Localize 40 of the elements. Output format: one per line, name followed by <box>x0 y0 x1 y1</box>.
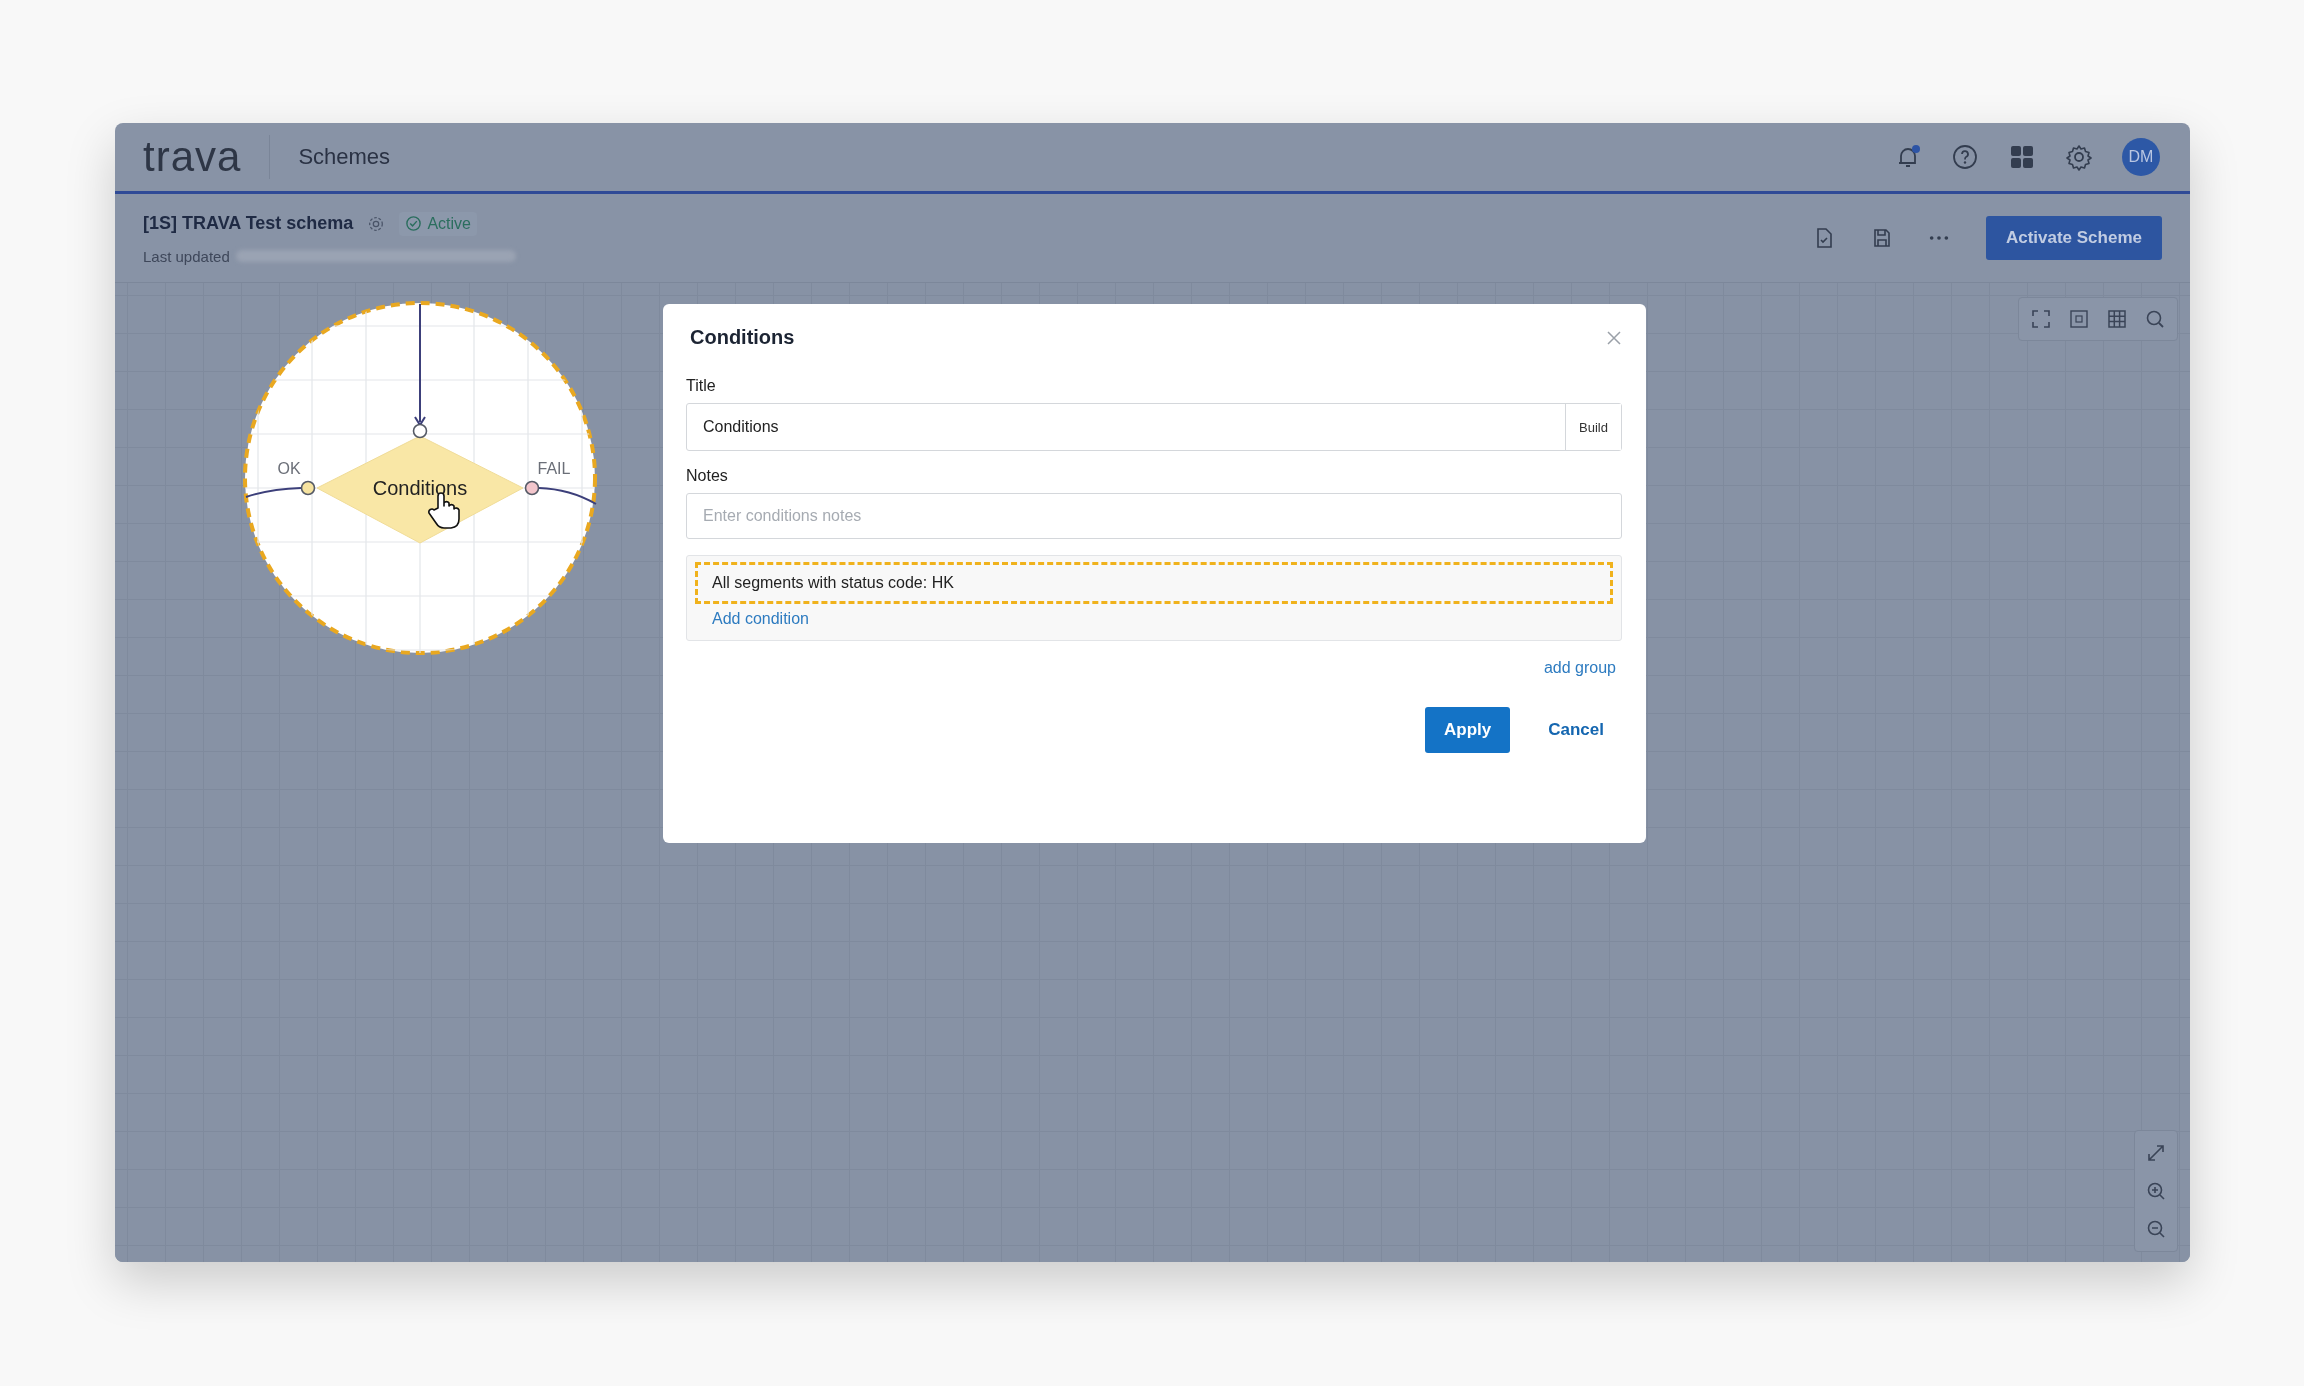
dialog-title: Conditions <box>690 326 795 349</box>
connector-line <box>538 487 597 505</box>
zoom-in-icon[interactable] <box>2146 1181 2166 1201</box>
status-badge: Active <box>399 211 477 236</box>
port-circle[interactable] <box>412 423 428 439</box>
fit-screen-icon[interactable] <box>2031 309 2051 329</box>
port-circle[interactable] <box>300 480 316 496</box>
add-condition-link[interactable]: Add condition <box>695 604 809 628</box>
settings-icon[interactable] <box>2065 143 2093 171</box>
add-group-link[interactable]: add group <box>1543 659 1616 677</box>
minimap-icon[interactable] <box>2069 309 2089 329</box>
cancel-button[interactable]: Cancel <box>1536 712 1616 748</box>
section-title: Schemes <box>298 144 391 170</box>
notes-input-field[interactable]: Enter conditions notes <box>686 493 1622 539</box>
port-circle[interactable] <box>524 480 540 496</box>
user-avatar[interactable]: DM <box>2122 138 2160 176</box>
ok-label: OK <box>277 460 301 477</box>
last-updated-label: Last updated <box>143 247 230 265</box>
expand-icon[interactable] <box>2146 1143 2166 1163</box>
help-icon[interactable] <box>1951 143 1979 171</box>
fail-label: FAIL <box>537 460 571 477</box>
decision-diamond[interactable] <box>316 435 524 544</box>
grid-icon[interactable] <box>2107 309 2127 329</box>
condition-row[interactable]: All segments with status code: HK <box>695 562 1613 604</box>
connector-line <box>245 487 302 498</box>
apply-button[interactable]: Apply <box>1425 707 1511 753</box>
scheme-title: [1S] TRAVA Test schema <box>143 213 354 234</box>
settings-icon[interactable] <box>367 214 386 233</box>
zoom-out-icon[interactable] <box>2146 1219 2166 1239</box>
field-label: Title <box>686 377 716 395</box>
close-icon[interactable] <box>1606 329 1622 346</box>
activate-scheme-button[interactable]: Activate Scheme <box>1985 216 2162 260</box>
title-input-field[interactable]: Conditions Build <box>686 403 1622 451</box>
node-label: Conditions <box>372 477 468 499</box>
app-logo: trava <box>143 136 242 178</box>
field-label: Notes <box>686 467 728 485</box>
search-icon[interactable] <box>2145 309 2165 329</box>
apps-grid-icon[interactable] <box>2008 143 2036 171</box>
build-button[interactable]: Build <box>1565 404 1621 450</box>
more-icon[interactable] <box>1927 234 1950 242</box>
